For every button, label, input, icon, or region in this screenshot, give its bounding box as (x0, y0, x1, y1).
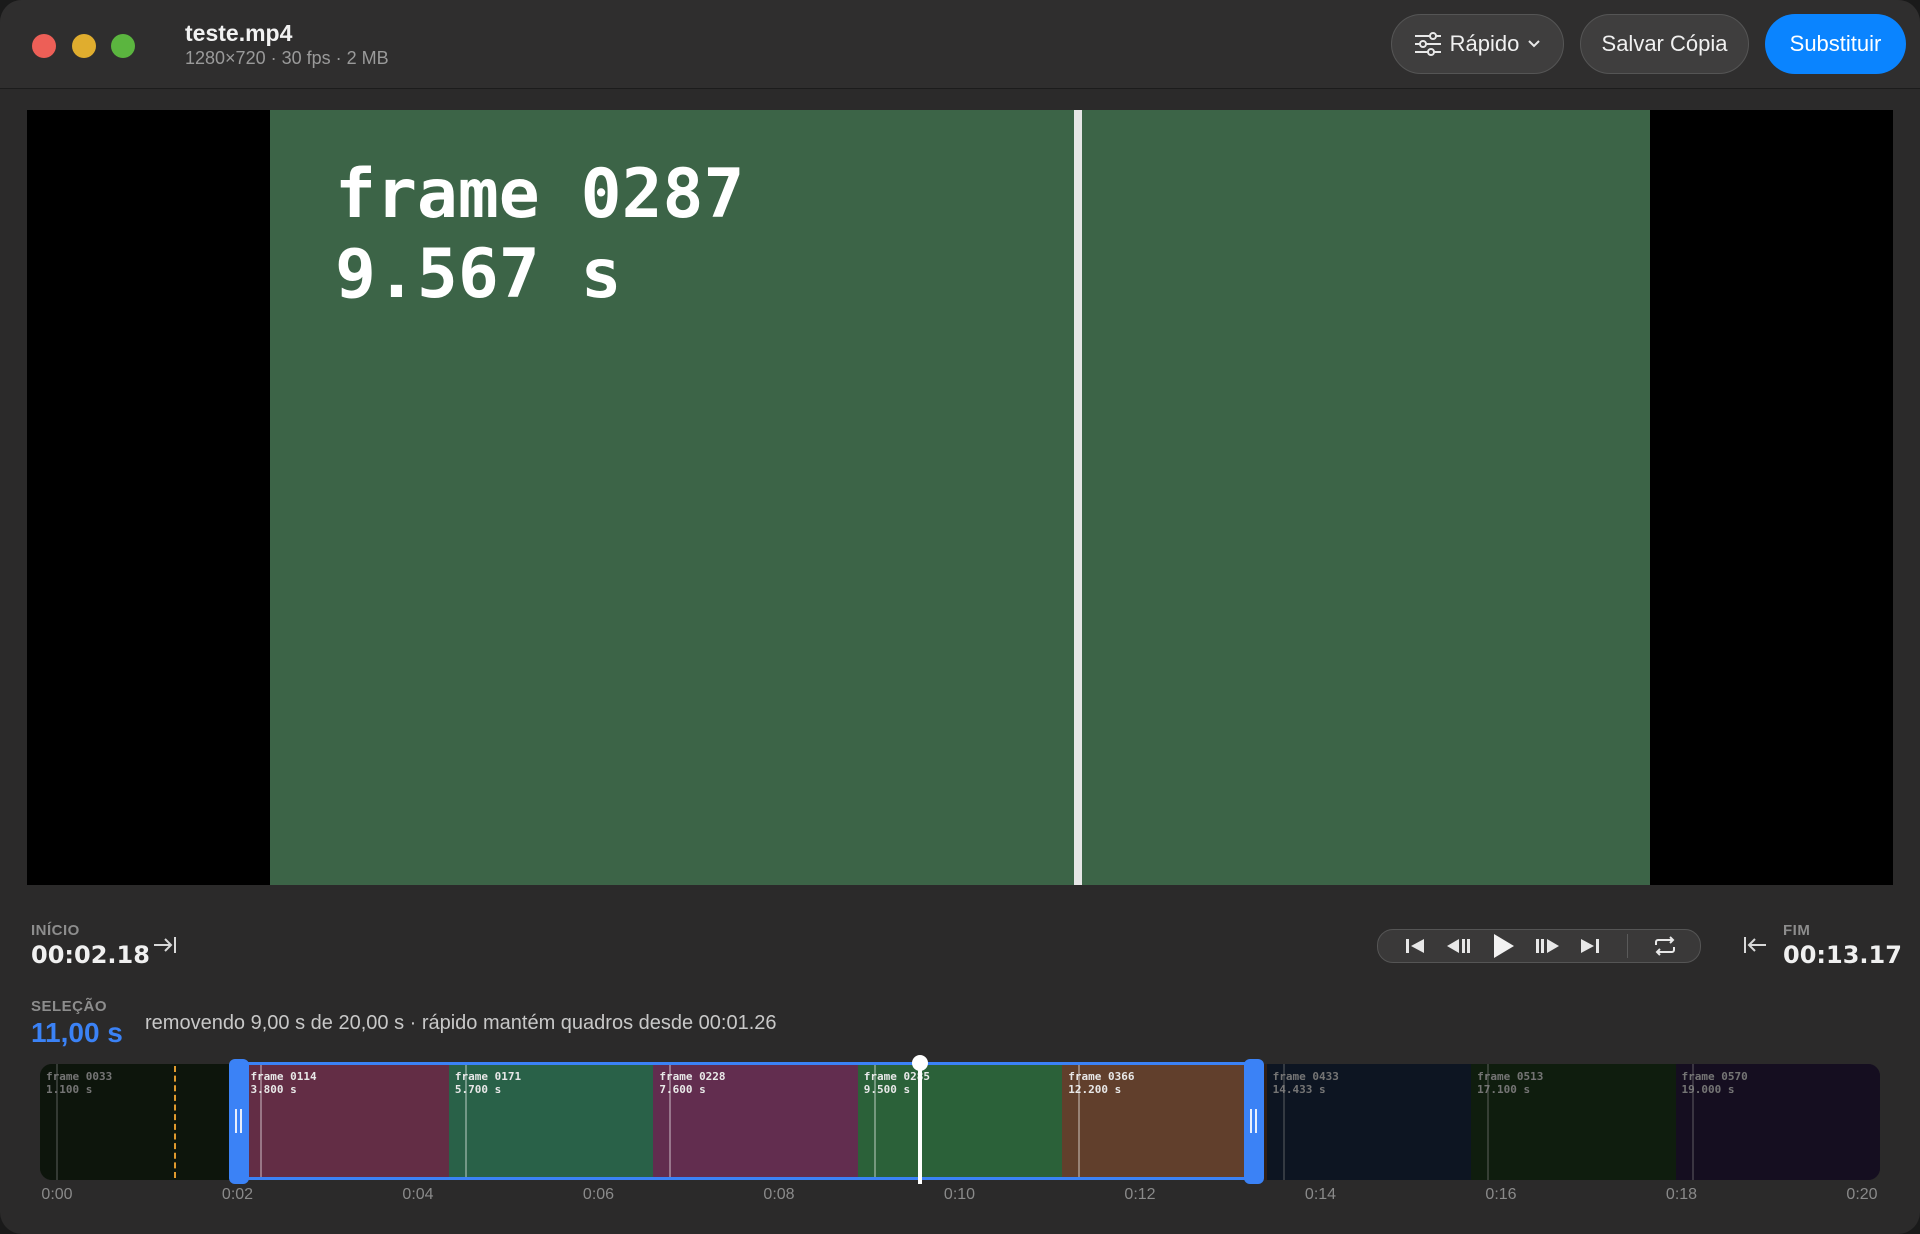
save-copy-button[interactable]: Salvar Cópia (1580, 14, 1749, 74)
frame-overlay-text: frame 0287 9.567 s (335, 155, 744, 315)
trimmed-region-start (40, 1064, 243, 1180)
set-end-icon[interactable] (1742, 934, 1768, 961)
mode-dropdown-button[interactable]: Rápido (1391, 14, 1564, 74)
grip-line (1254, 1109, 1257, 1133)
video-frame: frame 0287 9.567 s (270, 110, 1650, 885)
selection-duration: 11,00 s (31, 1017, 123, 1048)
app-window: teste.mp4 1280×720 · 30 fps · 2 MB Rápid… (0, 0, 1920, 1234)
play-icon[interactable] (1488, 930, 1518, 962)
maximize-window-button[interactable] (111, 34, 135, 58)
set-start-icon[interactable] (152, 934, 178, 961)
video-preview: frame 0287 9.567 s (27, 110, 1893, 885)
title-bar: teste.mp4 1280×720 · 30 fps · 2 MB Rápid… (0, 0, 1920, 89)
keyframe-marker (174, 1066, 176, 1178)
axis-tick-label: 0:14 (1304, 1186, 1337, 1203)
step-forward-icon[interactable] (1533, 930, 1563, 962)
end-label: FIM (1783, 922, 1811, 939)
trim-start-handle[interactable] (228, 1059, 249, 1184)
axis-tick-label: 0:10 (943, 1186, 976, 1203)
end-time: 00:13.17 (1783, 941, 1902, 969)
start-label: INÍCIO (31, 922, 80, 939)
axis-tick-label: 0:04 (402, 1186, 434, 1203)
grip-line (234, 1109, 237, 1133)
start-time: 00:02.18 (31, 941, 150, 969)
frame-marker-line (1074, 110, 1082, 885)
transport-separator (1627, 934, 1628, 958)
replace-button[interactable]: Substituir (1765, 14, 1906, 74)
trimmed-region-end (1249, 1064, 1880, 1180)
axis-tick-label: 0:12 (1124, 1186, 1156, 1203)
loop-icon[interactable] (1648, 930, 1682, 962)
playhead[interactable] (918, 1062, 923, 1184)
selection-label: SELEÇÃO (31, 998, 108, 1015)
axis-tick-label: 0:08 (763, 1186, 795, 1203)
chevron-down-icon (1527, 39, 1541, 49)
file-name: teste.mp4 (185, 20, 293, 46)
axis-tick-label: 0:16 (1485, 1186, 1517, 1203)
grip-line (1249, 1109, 1252, 1133)
axis-tick-label: 0:20 (1846, 1186, 1878, 1203)
skip-to-start-icon[interactable] (1400, 930, 1430, 962)
selection-description: removendo 9,00 s de 20,00 s · rápido man… (145, 1012, 777, 1034)
minimize-window-button[interactable] (72, 34, 96, 58)
transport-controls (1377, 929, 1701, 963)
axis-tick-label: 0:00 (41, 1186, 73, 1203)
close-window-button[interactable] (32, 34, 56, 58)
frame-number: frame 0287 (335, 155, 745, 234)
selection-range[interactable] (240, 1062, 1252, 1180)
mode-label: Rápido (1449, 31, 1520, 56)
sliders-icon (1414, 32, 1442, 56)
grip-line (239, 1109, 242, 1133)
skip-to-end-icon[interactable] (1575, 930, 1605, 962)
file-meta: 1280×720 · 30 fps · 2 MB (185, 48, 389, 68)
axis-tick-label: 0:02 (221, 1186, 254, 1203)
axis-tick-label: 0:06 (582, 1186, 615, 1203)
axis-tick-label: 0:18 (1665, 1186, 1698, 1203)
frame-time: 9.567 s (335, 235, 622, 314)
step-back-icon[interactable] (1443, 930, 1473, 962)
trim-end-handle[interactable] (1243, 1059, 1264, 1184)
